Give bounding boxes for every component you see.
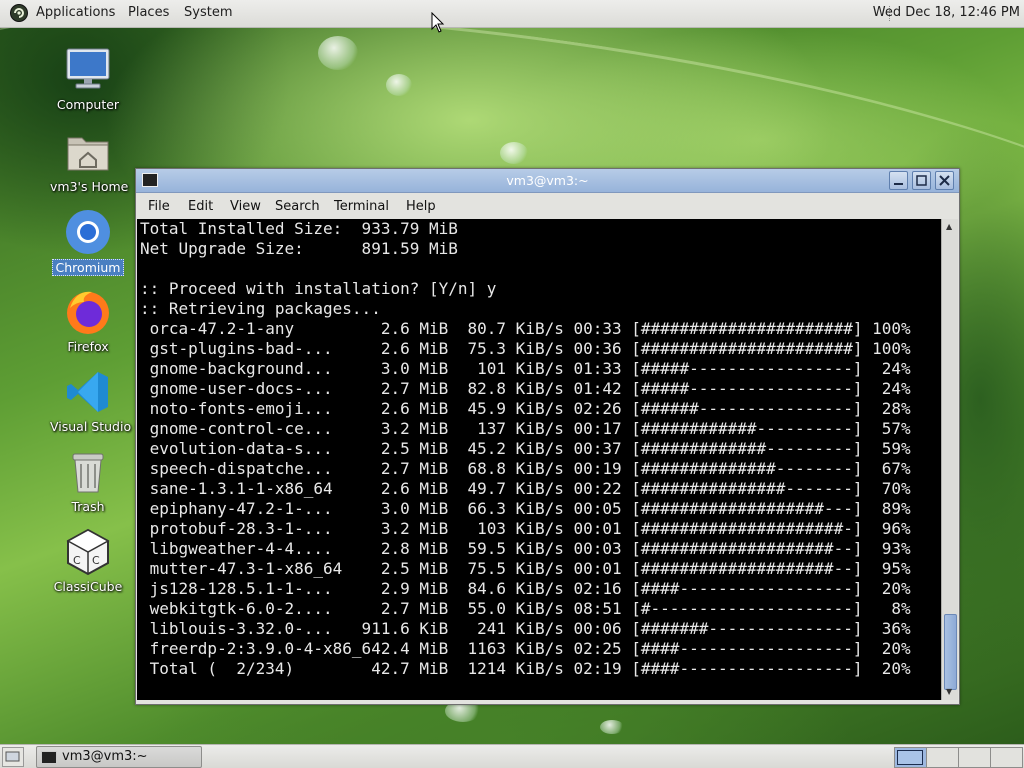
top-panel: Applications Places System Wed Dec 18, 1… <box>0 0 1024 28</box>
terminal-line: speech-dispatche... 2.7 MiB 68.8 KiB/s 0… <box>140 459 911 478</box>
menu-terminal[interactable]: Terminal <box>334 199 389 214</box>
menu-file[interactable]: File <box>148 199 170 214</box>
trash-icon <box>64 448 112 496</box>
terminal-line: Net Upgrade Size: 891.59 MiB <box>140 239 458 258</box>
desktop-icon-label: Firefox <box>67 339 109 354</box>
desktop-icon-vscode[interactable]: Visual Studio Code <box>47 368 167 435</box>
desktop-icon-home[interactable]: vm3's Home <box>47 128 129 195</box>
svg-text:C: C <box>92 554 100 567</box>
taskbar-terminal-button[interactable]: vm3@vm3:~ <box>36 746 202 768</box>
desktop-icon-computer[interactable]: Computer <box>47 46 129 113</box>
show-desktop-icon <box>5 751 20 762</box>
terminal-line: Total ( 2/234) 42.7 MiB 1214 KiB/s 02:19… <box>140 659 911 678</box>
minimize-icon <box>894 183 903 185</box>
water-drop <box>386 74 412 96</box>
terminal-line: evolution-data-s... 2.5 MiB 45.2 KiB/s 0… <box>140 439 911 458</box>
taskbar-button-label: vm3@vm3:~ <box>62 749 148 764</box>
mouse-cursor-icon <box>431 12 445 33</box>
minimize-button[interactable] <box>889 171 908 190</box>
firefox-icon <box>64 288 112 336</box>
menu-search[interactable]: Search <box>275 199 320 214</box>
terminal-scrollbar[interactable]: ▲ ▼ <box>941 219 958 700</box>
desktop-icon-label: Computer <box>56 97 120 112</box>
chromium-icon <box>64 208 112 256</box>
terminal-task-icon <box>41 751 57 764</box>
scrollbar-thumb[interactable] <box>944 614 957 690</box>
menu-help[interactable]: Help <box>406 199 436 214</box>
home-folder-icon <box>64 128 112 176</box>
computer-icon <box>64 46 112 94</box>
terminal-text: Total Installed Size: 933.79 MiB Net Upgr… <box>137 219 941 679</box>
terminal-line: liblouis-3.32.0-... 911.6 KiB 241 KiB/s … <box>140 619 911 638</box>
menu-edit[interactable]: Edit <box>188 199 213 214</box>
bottom-panel: vm3@vm3:~ <box>0 744 1024 768</box>
terminal-line: epiphany-47.2-1-... 3.0 MiB 66.3 KiB/s 0… <box>140 499 911 518</box>
terminal-line: gnome-background... 3.0 MiB 101 KiB/s 01… <box>140 359 911 378</box>
terminal-line: protobuf-28.3-1-... 3.2 MiB 103 KiB/s 00… <box>140 519 911 538</box>
workspace-2[interactable] <box>926 747 959 768</box>
terminal-output[interactable]: Total Installed Size: 933.79 MiB Net Upgr… <box>137 219 941 700</box>
maximize-icon <box>916 175 927 186</box>
scroll-down-arrow-icon[interactable]: ▼ <box>946 687 952 696</box>
water-drop <box>500 142 528 164</box>
workspace-4[interactable] <box>990 747 1023 768</box>
clock[interactable]: Wed Dec 18, 12:46 PM <box>873 5 1020 20</box>
distro-logo-icon[interactable] <box>9 3 29 23</box>
svg-text:C: C <box>73 554 81 567</box>
desktop-icon-classicube[interactable]: C C ClassiCube <box>47 528 129 595</box>
desktop-icon-trash[interactable]: Trash <box>47 448 129 515</box>
terminal-line: sane-1.3.1-1-x86_64 2.6 MiB 49.7 KiB/s 0… <box>140 479 911 498</box>
terminal-line: gnome-user-docs-... 2.7 MiB 82.8 KiB/s 0… <box>140 379 911 398</box>
desktop-icon-label: ClassiCube <box>53 579 123 594</box>
desktop-icon-firefox[interactable]: Firefox <box>47 288 129 355</box>
vscode-icon <box>64 368 112 416</box>
window-titlebar[interactable]: vm3@vm3:~ <box>136 169 959 193</box>
terminal-line: Total Installed Size: 933.79 MiB <box>140 219 458 238</box>
desktop-icon-chromium[interactable]: Chromium <box>47 208 129 276</box>
desktop-icon-label: Chromium <box>51 259 125 276</box>
window-title: vm3@vm3:~ <box>506 173 589 188</box>
desktop-icon-label: vm3's Home <box>50 179 129 194</box>
terminal-line: webkitgtk-6.0-2.... 2.7 MiB 55.0 KiB/s 0… <box>140 599 911 618</box>
terminal-line: gst-plugins-bad-... 2.6 MiB 75.3 KiB/s 0… <box>140 339 911 358</box>
places-menu[interactable]: Places <box>128 5 169 20</box>
maximize-button[interactable] <box>912 171 931 190</box>
terminal-line: :: Retrieving packages... <box>140 299 381 318</box>
terminal-line: mutter-47.3-1-x86_64 2.5 MiB 75.5 KiB/s … <box>140 559 911 578</box>
terminal-line: gnome-control-ce... 3.2 MiB 137 KiB/s 00… <box>140 419 911 438</box>
terminal-menubar: File Edit View Search Terminal Help <box>136 193 959 218</box>
menu-view[interactable]: View <box>230 199 261 214</box>
terminal-line: :: Proceed with installation? [Y/n] y <box>140 279 497 298</box>
system-menu[interactable]: System <box>184 5 232 20</box>
scroll-up-arrow-icon[interactable]: ▲ <box>946 222 952 231</box>
close-icon <box>939 175 950 186</box>
classicube-icon: C C <box>64 528 112 576</box>
workspace-3[interactable] <box>958 747 991 768</box>
terminal-line: libgweather-4-4.... 2.8 MiB 59.5 KiB/s 0… <box>140 539 911 558</box>
desktop-icon-label: Trash <box>71 499 105 514</box>
close-button[interactable] <box>935 171 954 190</box>
terminal-line: orca-47.2-1-any 2.6 MiB 80.7 KiB/s 00:33… <box>140 319 911 338</box>
show-desktop-button[interactable] <box>2 747 24 767</box>
terminal-window[interactable]: vm3@vm3:~ File Edit View Search Terminal… <box>135 168 960 705</box>
workspace-1[interactable] <box>894 747 927 768</box>
terminal-line: js128-128.5.1-1-... 2.9 MiB 84.6 KiB/s 0… <box>140 579 911 598</box>
applications-menu[interactable]: Applications <box>36 5 115 20</box>
water-drop <box>318 36 358 70</box>
terminal-line: freerdp-2:3.9.0-4-x86_642.4 MiB 1163 KiB… <box>140 639 911 658</box>
terminal-line: noto-fonts-emoji... 2.6 MiB 45.9 KiB/s 0… <box>140 399 911 418</box>
water-drop <box>600 720 624 734</box>
